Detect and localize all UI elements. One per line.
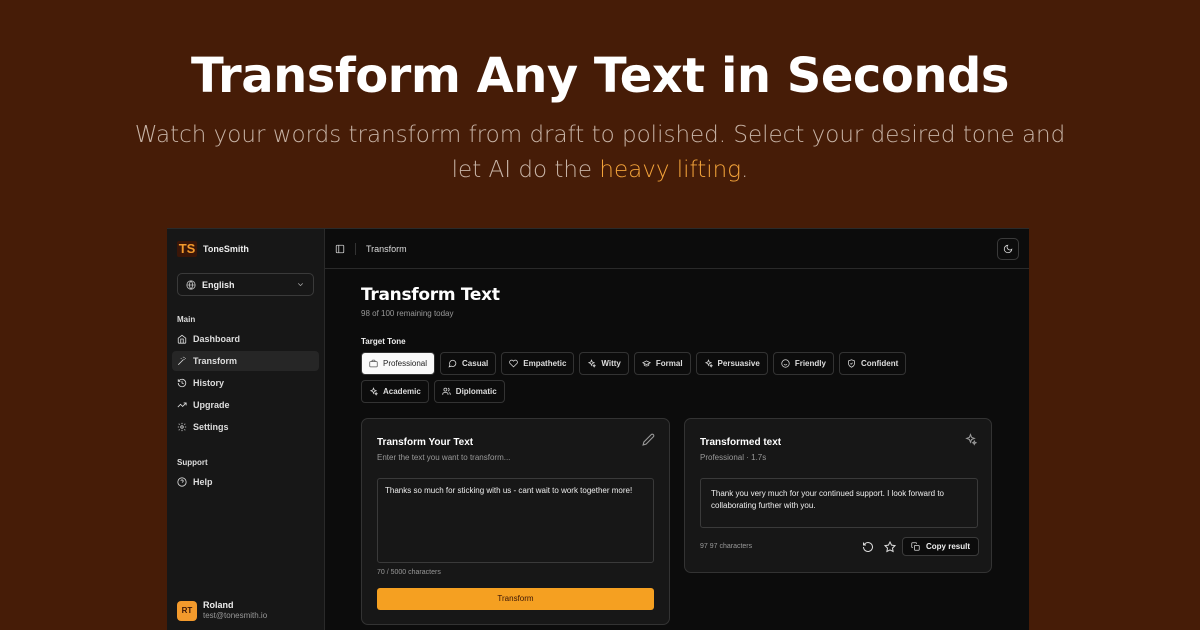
tone-label-text: Witty (601, 359, 621, 368)
input-card-title: Transform Your Text (377, 437, 474, 448)
sidebar-item-history[interactable]: History (172, 373, 319, 393)
moon-icon (1003, 244, 1013, 254)
source-text-input[interactable]: Thanks so much for sticking with us - ca… (377, 478, 654, 563)
language-value: English (202, 279, 235, 290)
sidebar-item-dashboard[interactable]: Dashboard (172, 329, 319, 349)
chevron-down-icon (297, 283, 304, 287)
transform-button[interactable]: Transform (377, 588, 654, 610)
topbar: Transform (325, 229, 1029, 269)
tone-label: Target Tone (361, 337, 406, 346)
input-card: Transform Your Text Enter the text you w… (361, 418, 670, 625)
output-card-subtitle: Professional · 1.7s (700, 453, 767, 462)
sparkles-icon (704, 359, 713, 368)
output-card-title: Transformed text (700, 437, 782, 448)
tone-label-text: Professional (383, 359, 428, 368)
app-window: TS ToneSmith English Main Dashboard Tran… (167, 228, 1029, 630)
avatar: RT (177, 600, 197, 621)
shield-check-icon (848, 359, 855, 368)
regenerate-icon[interactable] (862, 541, 874, 553)
hero-subtitle-end: . (741, 157, 749, 183)
transformed-text-output[interactable]: Thank you very much for your continued s… (700, 478, 978, 528)
copy-icon (911, 542, 920, 551)
tone-label-text: Friendly (794, 359, 826, 368)
topbar-divider (355, 242, 356, 255)
output-card: Transformed text Professional · 1.7s Tha… (684, 418, 992, 573)
heart-icon (509, 359, 519, 368)
tone-academic[interactable]: Academic (361, 380, 429, 403)
sidebar-item-settings[interactable]: Settings (172, 417, 319, 437)
tone-formal[interactable]: Formal (633, 352, 691, 375)
sidebar-item-label: History (193, 378, 225, 388)
sidebar-item-label: Upgrade (193, 400, 230, 410)
output-char-counter: 97 97 characters (700, 543, 753, 550)
tone-persuasive[interactable]: Persuasive (695, 352, 768, 375)
tone-label-text: Confident (860, 359, 899, 368)
user-name: Roland (203, 600, 234, 610)
tone-selector: Professional Casual Empathetic Witty For… (361, 352, 941, 403)
sidebar-item-label: Transform (193, 356, 238, 366)
help-circle-icon (177, 477, 187, 487)
tone-professional[interactable]: Professional (361, 352, 436, 375)
pencil-icon (642, 433, 655, 446)
tone-confident[interactable]: Confident (838, 352, 907, 375)
copy-result-label: Copy result (926, 542, 971, 551)
sidebar-item-transform[interactable]: Transform (172, 351, 319, 371)
breadcrumb[interactable]: Transform (366, 244, 407, 254)
globe-icon (186, 279, 196, 290)
tone-label-text: Academic (383, 387, 421, 396)
gear-icon (177, 422, 187, 432)
history-icon (177, 378, 187, 388)
tone-witty[interactable]: Witty (579, 352, 629, 375)
sidebar-item-help[interactable]: Help (172, 472, 319, 492)
brand-logo: TS (177, 241, 197, 257)
users-icon (442, 387, 451, 395)
graduation-cap-icon (641, 360, 651, 367)
copy-result-button[interactable]: Copy result (902, 537, 980, 556)
sidebar-item-label: Dashboard (193, 334, 241, 344)
page-title: Transform Text (361, 285, 500, 305)
sparkles-icon (965, 433, 977, 446)
brand-name: ToneSmith (203, 244, 249, 254)
smile-icon (781, 359, 790, 368)
language-select[interactable]: English (177, 273, 314, 296)
theme-toggle-button[interactable] (997, 238, 1019, 260)
tone-label-text: Persuasive (717, 359, 760, 368)
sidebar-item-label: Settings (193, 422, 229, 432)
main-content: Transform Text 98 of 100 remaining today… (361, 285, 1029, 403)
usage-remaining: 98 of 100 remaining today (361, 309, 454, 318)
input-char-counter: 70 / 5000 characters (377, 569, 441, 576)
sidebar: TS ToneSmith English Main Dashboard Tran… (167, 229, 325, 630)
user-info: Roland test@tonesmith.io (203, 600, 267, 621)
user-email: test@tonesmith.io (203, 611, 268, 620)
sidebar-toggle-icon[interactable] (335, 244, 345, 254)
star-icon[interactable] (884, 541, 896, 553)
hero-subtitle-accent: heavy lifting (599, 157, 742, 183)
hero-title: Transform Any Text in Seconds (191, 48, 1009, 104)
sparkles-icon (588, 359, 597, 368)
sidebar-item-label: Help (193, 477, 213, 487)
tone-label-text: Empathetic (523, 359, 567, 368)
hero-subtitle: Watch your words transform from draft to… (120, 118, 1080, 188)
sidebar-section-main: Main (177, 315, 196, 324)
tone-label-text: Formal (655, 359, 683, 368)
brand[interactable]: TS ToneSmith (177, 241, 249, 257)
message-icon (448, 359, 457, 368)
input-card-subtitle: Enter the text you want to transform... (377, 453, 511, 462)
sparkles-icon (369, 387, 378, 396)
briefcase-icon (369, 359, 378, 368)
tone-label-text: Casual (462, 359, 489, 368)
home-icon (177, 334, 187, 344)
trending-up-icon (177, 402, 187, 408)
tone-diplomatic[interactable]: Diplomatic (433, 380, 505, 403)
wand-icon (177, 356, 186, 366)
tone-empathetic[interactable]: Empathetic (501, 352, 575, 375)
user-profile[interactable]: RT Roland test@tonesmith.io (177, 600, 267, 621)
tone-label-text: Diplomatic (455, 387, 497, 396)
tone-friendly[interactable]: Friendly (772, 352, 834, 375)
sidebar-item-upgrade[interactable]: Upgrade (172, 395, 319, 415)
sidebar-section-support: Support (177, 458, 208, 467)
tone-casual[interactable]: Casual (440, 352, 497, 375)
